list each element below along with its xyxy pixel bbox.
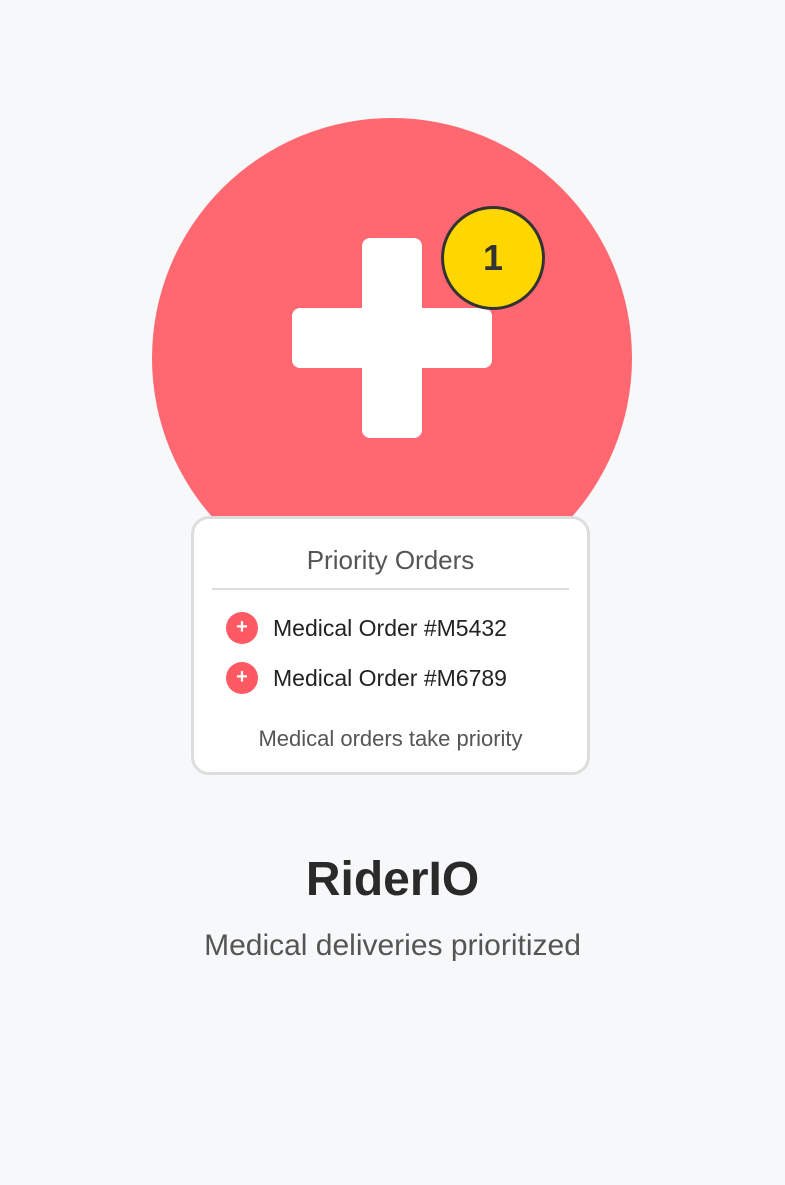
- notification-badge: 1: [441, 206, 545, 310]
- order-list-item[interactable]: + Medical Order #M5432: [226, 611, 507, 645]
- order-label: Medical Order #M5432: [273, 614, 507, 641]
- cross-horizontal-bar: [292, 308, 492, 368]
- order-list-item[interactable]: + Medical Order #M6789: [226, 661, 507, 695]
- orders-card-footer: Medical orders take priority: [258, 726, 523, 751]
- plus-icon: +: [226, 662, 258, 694]
- priority-orders-card: Priority Orders + Medical Order #M5432 +…: [191, 516, 590, 775]
- app-tagline: Medical deliveries prioritized: [204, 929, 581, 962]
- order-label: Medical Order #M6789: [273, 664, 507, 691]
- plus-icon: +: [226, 612, 258, 644]
- orders-card-divider: [212, 588, 569, 590]
- app-name: RiderIO: [305, 853, 480, 906]
- orders-card-title: Priority Orders: [306, 545, 475, 575]
